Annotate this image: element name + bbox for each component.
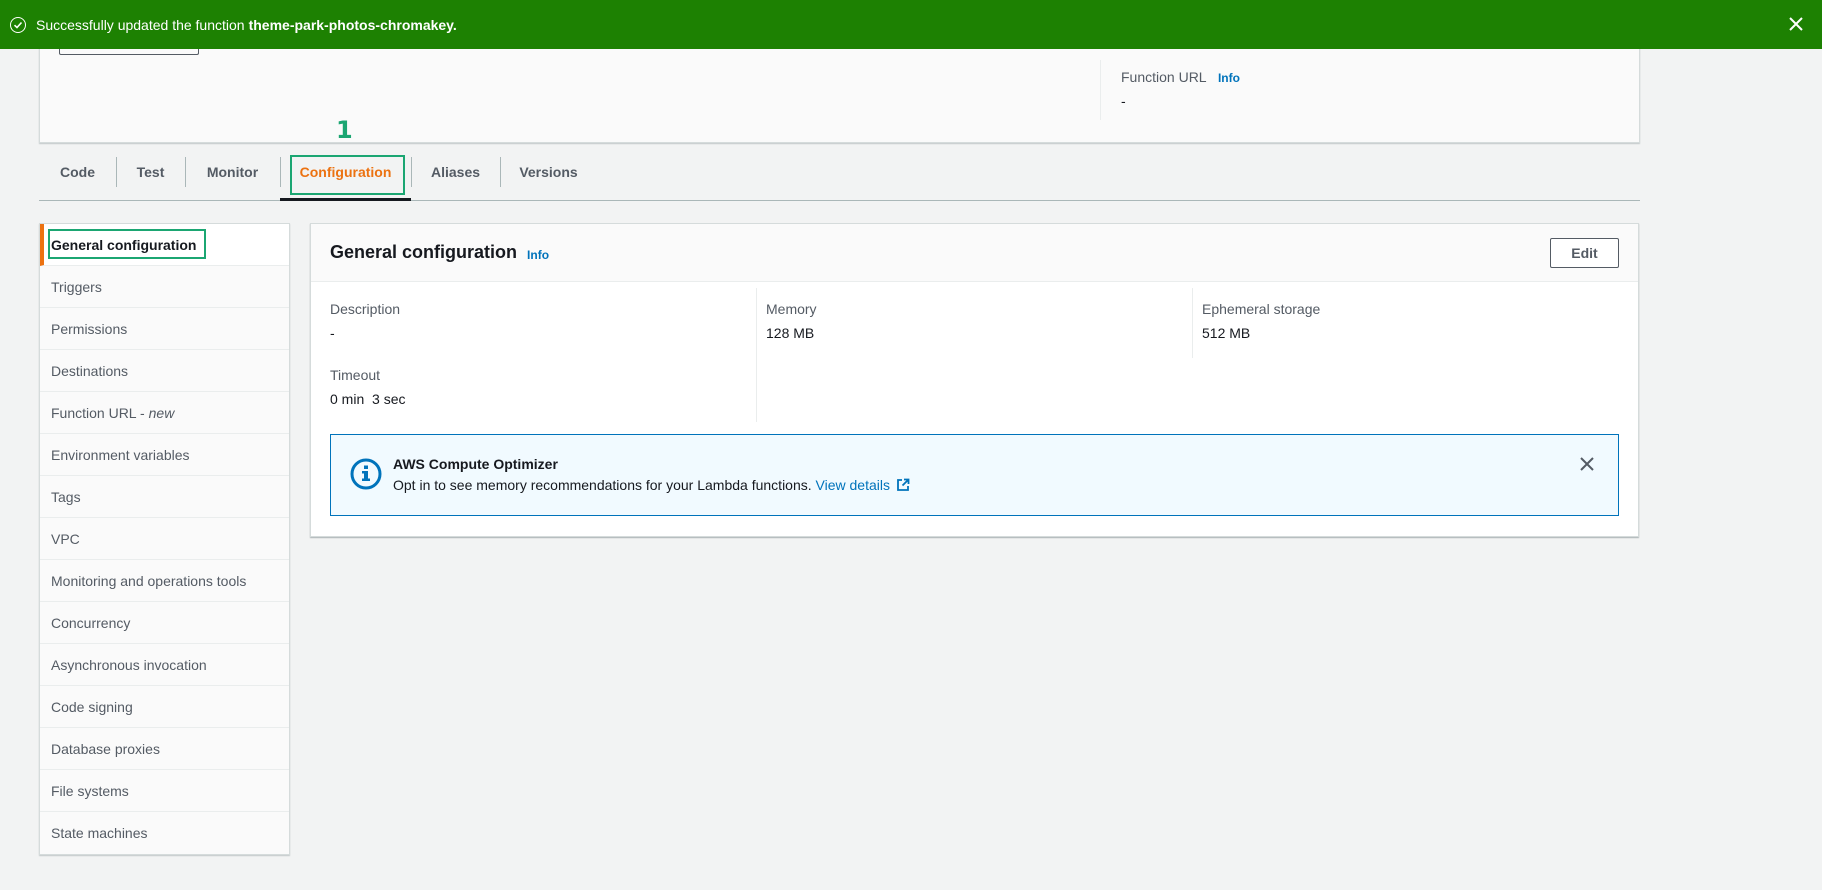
- general-configuration-panel: General configuration Info Edit Descript…: [310, 223, 1639, 537]
- function-tabs: Code Test Monitor Configuration Aliases …: [39, 152, 1640, 201]
- ephemeral-storage-label: Ephemeral storage: [1202, 301, 1321, 317]
- tab-test[interactable]: Test: [116, 152, 185, 200]
- ephemeral-storage-value: 512 MB: [1202, 325, 1251, 341]
- sidenav-item-label: File systems: [51, 782, 129, 799]
- column-divider: [756, 288, 757, 422]
- sidenav-item-label: Permissions: [51, 320, 128, 337]
- sidenav-item-label: Database proxies: [51, 740, 160, 757]
- panel-title: General configuration: [330, 242, 518, 262]
- sidenav-item-label: Environment variables: [51, 446, 190, 463]
- sidenav-item-label: Triggers: [51, 278, 102, 295]
- tab-configuration[interactable]: Configuration: [280, 152, 411, 201]
- sidenav-item-code-signing[interactable]: Code signing: [40, 686, 289, 728]
- timeout-field: Timeout 0 min 3 sec: [330, 367, 405, 407]
- sidenav-item-label: Destinations: [51, 362, 129, 379]
- success-flash-banner: Successfully updated the function theme-…: [0, 0, 1822, 49]
- description-field: Description -: [330, 301, 400, 341]
- tab-code[interactable]: Code: [39, 152, 116, 200]
- overview-divider: [1100, 60, 1101, 120]
- flash-function-name: theme-park-photos-chromakey.: [248, 16, 457, 33]
- sidenav-item-file-systems[interactable]: File systems: [40, 770, 289, 812]
- sidenav-item-vpc[interactable]: VPC: [40, 518, 289, 560]
- close-icon[interactable]: [1786, 14, 1806, 34]
- panel-info-link[interactable]: Info: [527, 248, 549, 262]
- alert-body: Opt in to see memory recommendations for…: [393, 477, 910, 493]
- timeout-value: 0 min 3 sec: [330, 391, 406, 407]
- tab-label: Versions: [519, 164, 578, 180]
- view-details-label: View details: [815, 477, 890, 493]
- sidenav-item-triggers[interactable]: Triggers: [40, 266, 289, 308]
- sidenav-highlight-box: [48, 229, 206, 259]
- panel-header: General configuration Info Edit: [311, 224, 1638, 282]
- column-divider: [1192, 288, 1193, 358]
- tab-label: Monitor: [206, 164, 259, 180]
- alert-title: AWS Compute Optimizer: [393, 456, 558, 472]
- compute-optimizer-alert: AWS Compute Optimizer Opt in to see memo…: [330, 434, 1619, 516]
- sidenav-item-concurrency[interactable]: Concurrency: [40, 602, 289, 644]
- external-link-icon: [896, 478, 910, 491]
- sidenav-item-label: Tags: [51, 488, 81, 505]
- sidenav-item-state-machines[interactable]: State machines: [40, 812, 289, 854]
- sidenav-item-label: Concurrency: [51, 614, 131, 631]
- alert-body-text: Opt in to see memory recommendations for…: [393, 477, 812, 493]
- tab-label: Code: [60, 164, 95, 180]
- flash-message: Successfully updated the function: [36, 16, 245, 33]
- annotation-1: 1: [336, 116, 353, 144]
- sidenav-item-label: VPC: [51, 530, 80, 547]
- edit-button[interactable]: Edit: [1550, 238, 1619, 268]
- info-icon: [350, 458, 382, 490]
- sidenav-item-label: Asynchronous invocation: [51, 656, 207, 673]
- sidenav-item-permissions[interactable]: Permissions: [40, 308, 289, 350]
- sidenav-item-environment-variables[interactable]: Environment variables: [40, 434, 289, 476]
- sidenav-item-general-configuration[interactable]: General configuration: [40, 224, 289, 266]
- close-icon[interactable]: [1578, 455, 1596, 473]
- function-url-label-text: Function URL: [1121, 69, 1207, 85]
- function-url-value: -: [1121, 93, 1126, 109]
- description-label: Description: [330, 301, 401, 317]
- memory-value: 128 MB: [766, 325, 815, 341]
- success-check-icon: [10, 16, 26, 33]
- tab-label: Aliases: [430, 164, 481, 180]
- tab-label: Configuration: [299, 164, 392, 180]
- tab-label: Test: [136, 164, 165, 180]
- sidenav-item-new-tag: new: [148, 404, 175, 421]
- function-url-info-link[interactable]: Info: [1218, 71, 1240, 85]
- memory-label: Memory: [766, 301, 817, 317]
- timeout-label: Timeout: [330, 367, 381, 383]
- sidenav-item-asynchronous-invocation[interactable]: Asynchronous invocation: [40, 644, 289, 686]
- sidenav-item-tags[interactable]: Tags: [40, 476, 289, 518]
- sidenav-item-label: Monitoring and operations tools: [51, 572, 247, 589]
- sidenav-item-destinations[interactable]: Destinations: [40, 350, 289, 392]
- function-url-label: Function URL Info: [1121, 69, 1240, 85]
- sidenav-item-monitoring-tools[interactable]: Monitoring and operations tools: [40, 560, 289, 602]
- configuration-sidenav: General configuration Triggers Permissio…: [39, 223, 290, 855]
- description-value: -: [330, 325, 335, 341]
- tab-versions[interactable]: Versions: [500, 152, 597, 200]
- memory-field: Memory 128 MB: [766, 301, 817, 341]
- sidenav-item-label: State machines: [51, 825, 148, 841]
- sidenav-item-label: Code signing: [51, 698, 133, 715]
- ephemeral-storage-field: Ephemeral storage 512 MB: [1202, 301, 1320, 341]
- sidenav-item-label: Function URL -: [51, 404, 145, 421]
- tab-aliases[interactable]: Aliases: [411, 152, 500, 200]
- sidenav-item-function-url[interactable]: Function URL - new: [40, 392, 289, 434]
- sidenav-item-database-proxies[interactable]: Database proxies: [40, 728, 289, 770]
- view-details-link[interactable]: View details: [816, 477, 910, 493]
- tab-monitor[interactable]: Monitor: [185, 152, 280, 200]
